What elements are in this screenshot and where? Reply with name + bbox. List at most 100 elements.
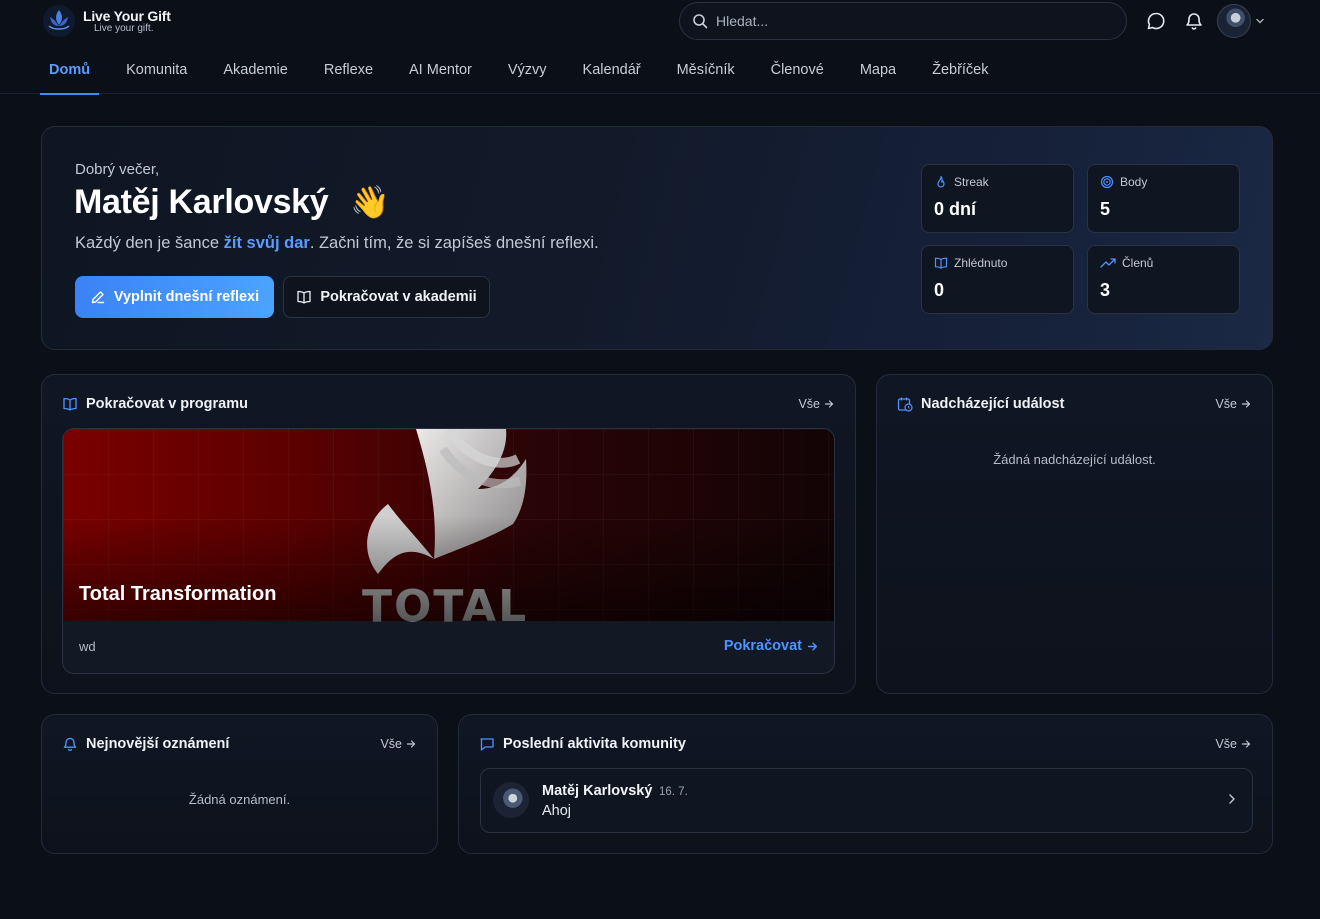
calendar-clock-icon [897, 396, 913, 412]
target-icon [1100, 175, 1114, 189]
see-all-link[interactable]: Vše [380, 737, 416, 751]
course-card[interactable]: TOTAL Total Transformation wd Pokračovat [62, 428, 835, 674]
main-nav: Domů Komunita Akademie Reflexe AI Mentor… [40, 50, 1016, 95]
arrow-right-icon [406, 739, 416, 749]
stat-members: Členů 3 [1087, 245, 1240, 314]
subtitle-text: Každý den je šance [75, 234, 224, 252]
pencil-icon [90, 289, 106, 305]
stat-watched-label: Zhlédnuto [954, 256, 1008, 270]
flame-icon [934, 175, 948, 189]
card-header: Poslední aktivita komunity [479, 736, 686, 752]
course-title: Total Transformation [79, 583, 277, 605]
stat-streak: Streak 0 dní [921, 164, 1074, 233]
card-title: Pokračovat v programu [86, 396, 248, 412]
see-all-link[interactable]: Vše [1215, 737, 1251, 751]
card-header: Nejnovější oznámení [62, 736, 229, 752]
subtitle-text-end: . Začni tím, že si zapíšeš dnešní reflex… [309, 234, 599, 252]
brand-tagline: Live your gift. [94, 23, 154, 34]
stat-watched-value: 0 [934, 280, 945, 300]
see-all-link[interactable]: Vše [1215, 397, 1251, 411]
search-icon [692, 13, 708, 29]
stat-watched: Zhlédnuto 0 [921, 245, 1074, 314]
book-open-icon [62, 396, 78, 412]
nav-item-mapa[interactable]: Mapa [851, 50, 905, 94]
hero-subtitle: Každý den je šance žít svůj dar. Začni t… [75, 234, 599, 253]
nav-item-domu[interactable]: Domů [40, 50, 100, 95]
nav-item-kalendar[interactable]: Kalendář [574, 50, 650, 94]
stat-points-header: Body [1100, 175, 1147, 189]
activity-author: Matěj Karlovský [542, 783, 653, 799]
wave-emoji: 👋 [350, 184, 390, 220]
arrow-right-icon [1241, 739, 1251, 749]
latest-announcements-card: Nejnovější oznámení Vše Žádná oznámení. [41, 714, 438, 854]
see-all-link[interactable]: Vše [798, 397, 834, 411]
continue-academy-label: Pokračovat v akademii [320, 289, 477, 305]
see-all-label: Vše [1215, 397, 1237, 411]
avatar [1217, 4, 1251, 38]
stat-members-header: Členů [1100, 256, 1153, 270]
continue-program-card: Pokračovat v programu Vše TOTAL Total Tr… [41, 374, 856, 694]
nav-item-reflexe[interactable]: Reflexe [315, 50, 382, 94]
see-all-label: Vše [380, 737, 402, 751]
message-square-icon [479, 736, 495, 752]
stat-streak-header: Streak [934, 175, 989, 189]
arrow-right-icon [1241, 399, 1251, 409]
search-bar[interactable] [679, 2, 1127, 40]
chevron-right-icon [1226, 793, 1238, 805]
brand-title[interactable]: Live Your Gift [83, 8, 171, 24]
arrow-right-icon [807, 641, 818, 652]
book-open-icon [934, 256, 948, 270]
stat-streak-value: 0 dní [934, 199, 977, 219]
activity-date: 16. 7. [659, 786, 688, 798]
course-description: wd [79, 639, 96, 654]
book-icon [296, 289, 312, 305]
activity-text: Ahoj [542, 803, 572, 819]
welcome-hero: Dobrý večer, Matěj Karlovský 👋 Každý den… [41, 126, 1273, 350]
avatar [493, 782, 529, 818]
card-title: Nadcházející událost [921, 396, 1065, 412]
fill-reflection-label: Vyplnit dnešní reflexi [113, 289, 260, 305]
subtitle-highlight: žít svůj dar [223, 234, 310, 252]
user-name-heading: Matěj Karlovský [74, 183, 329, 221]
card-title: Poslední aktivita komunity [503, 736, 686, 752]
search-input[interactable] [716, 13, 1096, 29]
see-all-label: Vše [798, 397, 820, 411]
upcoming-event-card: Nadcházející událost Vše Žádná nadcházej… [876, 374, 1273, 694]
stat-points-label: Body [1120, 175, 1148, 189]
nav-item-akademie[interactable]: Akademie [214, 50, 296, 94]
chevron-down-icon [1255, 16, 1265, 26]
trending-up-icon [1100, 256, 1116, 270]
chat-icon[interactable] [1146, 11, 1166, 31]
lotus-logo-icon[interactable] [42, 4, 76, 38]
card-header: Nadcházející událost [897, 396, 1064, 412]
stat-streak-label: Streak [954, 175, 989, 189]
stat-members-value: 3 [1100, 280, 1111, 300]
nav-item-zebricek[interactable]: Žebříček [923, 50, 997, 94]
nav-item-mesicnik[interactable]: Měsíčník [668, 50, 744, 94]
user-menu-button[interactable] [1217, 4, 1269, 38]
greeting: Dobrý večer, [75, 161, 160, 178]
activity-item[interactable]: Matěj Karlovský 16. 7. Ahoj [480, 768, 1253, 833]
empty-state: Žádná nadcházející událost. [993, 452, 1156, 467]
bell-icon[interactable] [1184, 11, 1204, 31]
fill-reflection-button[interactable]: Vyplnit dnešní reflexi [75, 276, 274, 318]
bell-icon [62, 736, 78, 752]
nav-item-komunita[interactable]: Komunita [117, 50, 196, 94]
community-activity-card: Poslední aktivita komunity Vše Matěj Kar… [458, 714, 1273, 854]
top-navigation: Live Your Gift Live your gift. Domů Komu… [0, 0, 1320, 95]
arrow-right-icon [824, 399, 834, 409]
nav-item-ai-mentor[interactable]: AI Mentor [400, 50, 481, 94]
nav-item-clenove[interactable]: Členové [762, 50, 833, 94]
continue-course-link[interactable]: Pokračovat [724, 638, 818, 654]
continue-academy-button[interactable]: Pokračovat v akademii [283, 276, 490, 318]
empty-state: Žádná oznámení. [188, 792, 291, 807]
continue-course-label: Pokračovat [723, 638, 802, 654]
card-title: Nejnovější oznámení [86, 736, 230, 752]
stat-members-label: Členů [1122, 256, 1154, 270]
stat-points-value: 5 [1100, 199, 1111, 219]
nav-item-vyzvy[interactable]: Výzvy [499, 50, 556, 94]
see-all-label: Vše [1215, 737, 1237, 751]
card-header: Pokračovat v programu [62, 396, 248, 412]
stat-watched-header: Zhlédnuto [934, 256, 1007, 270]
stat-points: Body 5 [1087, 164, 1240, 233]
